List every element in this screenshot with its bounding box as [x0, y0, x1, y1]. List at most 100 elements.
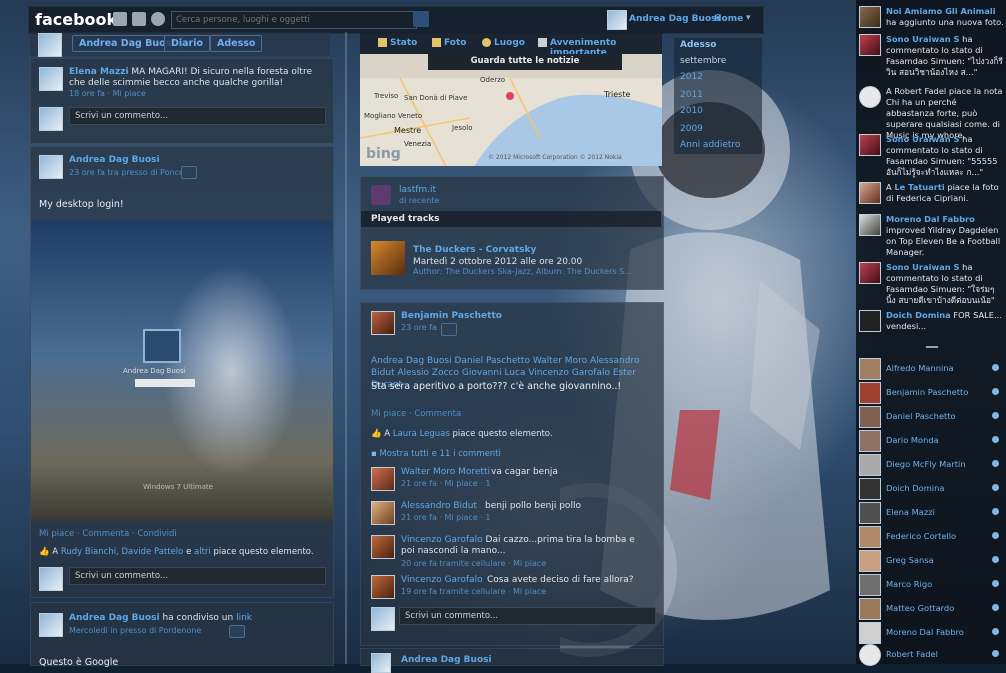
chat-contact[interactable]: Doich Domina: [859, 478, 1003, 500]
likers-links[interactable]: Laura Leguas: [393, 429, 450, 439]
see-all-notifications-button[interactable]: Guarda tutte le notizie: [428, 54, 622, 70]
adesso-button[interactable]: Adesso: [210, 35, 263, 52]
ticker-item[interactable]: A Le Tatuarti piace la foto di Federica …: [859, 182, 1003, 206]
ticker-item[interactable]: Sono Uraiwan S ha commentato lo stato di…: [859, 134, 1003, 178]
chat-contact[interactable]: Benjamin Paschetto: [859, 382, 1003, 404]
facebook-logo[interactable]: facebook: [35, 10, 117, 29]
chat-contact[interactable]: Elena Mazzi: [859, 502, 1003, 524]
comment-like-link[interactable]: Mi piace: [113, 89, 146, 98]
post-time[interactable]: Mercoledì in presso di Pordenone: [69, 626, 201, 635]
diario-button[interactable]: Diario: [164, 35, 211, 52]
post-author-avatar[interactable]: [371, 653, 391, 673]
write-comment-input[interactable]: Scrivi un commento...: [69, 107, 326, 125]
album-art[interactable]: [371, 241, 405, 275]
status-tab[interactable]: Stato: [390, 38, 417, 48]
comment-author-avatar[interactable]: [371, 501, 395, 525]
contact-avatar: [859, 454, 881, 476]
chat-contact[interactable]: Alfredo Mannina: [859, 358, 1003, 380]
year-item-adesso[interactable]: Adesso: [680, 40, 716, 50]
ticker-item[interactable]: Sono Uraiwan S ha commentato lo stato di…: [859, 34, 1003, 78]
comment-meta[interactable]: 21 ore fa · Mi piace · 1: [401, 479, 490, 488]
map-panel: Guarda tutte le notizie Oderzo San Donà …: [360, 54, 662, 166]
comment-author-avatar[interactable]: [371, 535, 395, 559]
write-comment-input[interactable]: Scrivi un commento...: [399, 607, 656, 625]
home-link[interactable]: Home: [714, 14, 743, 24]
search-input[interactable]: [171, 11, 417, 29]
online-status-icon: [992, 436, 999, 443]
ticker-item[interactable]: Noi Amiamo Gli Animali ha aggiunto una n…: [859, 6, 1004, 30]
sidebar-resize-handle[interactable]: [926, 346, 938, 348]
comment-meta[interactable]: 19 ore fa tramite cellulare · Mi piace: [401, 587, 546, 596]
comment-author-avatar[interactable]: [39, 67, 63, 91]
login-user-tile: [143, 329, 181, 363]
comment-author-avatar[interactable]: [371, 575, 395, 599]
chat-contact[interactable]: Greg Sansa: [859, 550, 1003, 572]
post-author-avatar[interactable]: [39, 155, 63, 179]
comment-time[interactable]: 18 ore fa: [69, 89, 105, 98]
year-item-2011[interactable]: 2011: [680, 90, 703, 100]
write-comment-input[interactable]: Scrivi un commento...: [69, 567, 326, 585]
user-avatar[interactable]: [607, 10, 627, 30]
comment-author[interactable]: Vincenzo Garofalo: [401, 535, 483, 545]
track-author[interactable]: Author: The Duckers Ska-Jazz, Album: The…: [413, 267, 632, 276]
photo-tab[interactable]: Foto: [444, 38, 466, 48]
year-item-anni-addietro[interactable]: Anni addietro: [680, 140, 740, 150]
account-menu-chevron-icon[interactable]: ▾: [746, 13, 751, 23]
friend-requests-icon[interactable]: [113, 12, 127, 26]
privacy-lock-icon[interactable]: [229, 625, 245, 638]
messages-icon[interactable]: [132, 12, 146, 26]
search-icon[interactable]: [413, 11, 429, 27]
played-tracks-header: Played tracks: [361, 211, 661, 227]
post-author[interactable]: Andrea Dag Buosi: [69, 155, 160, 165]
year-item-2012[interactable]: 2012: [680, 72, 703, 82]
year-item-2010[interactable]: 2010: [680, 106, 703, 116]
chat-contact[interactable]: Federico Cortello: [859, 526, 1003, 548]
privacy-lock-icon[interactable]: [441, 323, 457, 336]
chat-contact[interactable]: Robert Fadel: [859, 644, 1003, 666]
contact-avatar: [859, 406, 881, 428]
comment-author[interactable]: Alessandro Bidut: [401, 501, 477, 511]
contact-avatar: [859, 644, 881, 666]
chat-contact[interactable]: Dario Monda: [859, 430, 1003, 452]
user-name-link[interactable]: Andrea Dag Buosi: [629, 14, 720, 24]
post-photo[interactable]: Andrea Dag Buosi Windows 7 Ultimate: [31, 221, 333, 521]
post-author-avatar[interactable]: [39, 613, 63, 637]
comment-meta[interactable]: 21 ore fa · Mi piace · 1: [401, 513, 490, 522]
post-author-avatar[interactable]: [371, 311, 395, 335]
contact-avatar: [859, 550, 881, 572]
chat-contact[interactable]: Moreno Dal Fabbro: [859, 622, 1003, 644]
notifications-globe-icon[interactable]: [151, 12, 165, 26]
ticker-item[interactable]: Doich Domina FOR SALE... vendesi...: [859, 310, 1003, 340]
ticker-item[interactable]: A Robert Fadel piace la nota Chi ha un p…: [859, 86, 1003, 140]
comment-author-avatar[interactable]: [371, 467, 395, 491]
chat-contact[interactable]: Matteo Gottardo: [859, 598, 1003, 620]
track-title[interactable]: The Duckers - Corvatsky: [413, 245, 536, 255]
comment-author[interactable]: Walter Moro Moretti: [401, 467, 490, 477]
show-all-comments-link[interactable]: Mostra tutti e 11 i commenti: [379, 449, 500, 459]
online-status-icon: [992, 412, 999, 419]
lastfm-app-icon[interactable]: [371, 185, 391, 205]
comment-author[interactable]: Elena Mazzi: [69, 67, 129, 77]
post-actions[interactable]: Mi piace · Commenta · Condividi: [39, 529, 177, 539]
comment-author[interactable]: Vincenzo Garofalo: [401, 575, 483, 585]
year-item-2009[interactable]: 2009: [680, 124, 703, 134]
comment-meta[interactable]: 20 ore fa tramite cellulare · Mi piace: [401, 559, 546, 568]
post-time[interactable]: 23 ore fa: [401, 323, 437, 332]
other-likers-link[interactable]: altri: [194, 547, 211, 557]
music-app-name[interactable]: lastfm.it: [399, 185, 436, 195]
ticker-item[interactable]: Sono Uraiwan S ha commentato lo stato di…: [859, 262, 1003, 306]
post-time[interactable]: 23 ore fa tra presso di Ponce: [69, 168, 184, 177]
privacy-lock-icon[interactable]: [181, 166, 197, 179]
post-author[interactable]: Benjamin Paschetto: [401, 311, 502, 321]
place-tab[interactable]: Luogo: [494, 38, 525, 48]
ticker-item[interactable]: Moreno Dal Fabbro improved Yildray Dagde…: [859, 214, 1003, 258]
year-item-settembre[interactable]: settembre: [680, 56, 726, 66]
post-author[interactable]: Andrea Dag Buosi: [69, 613, 160, 623]
chat-contact[interactable]: Marco Rigo: [859, 574, 1003, 596]
chat-contact[interactable]: Diego McFly Martin: [859, 454, 1003, 476]
profile-avatar[interactable]: [38, 33, 62, 57]
shared-link[interactable]: link: [236, 613, 252, 623]
post-actions[interactable]: Mi piace · Commenta: [371, 409, 461, 419]
likers-links[interactable]: Rudy Bianchi, Davide Pattelo: [61, 547, 184, 557]
chat-contact[interactable]: Daniel Paschetto: [859, 406, 1003, 428]
